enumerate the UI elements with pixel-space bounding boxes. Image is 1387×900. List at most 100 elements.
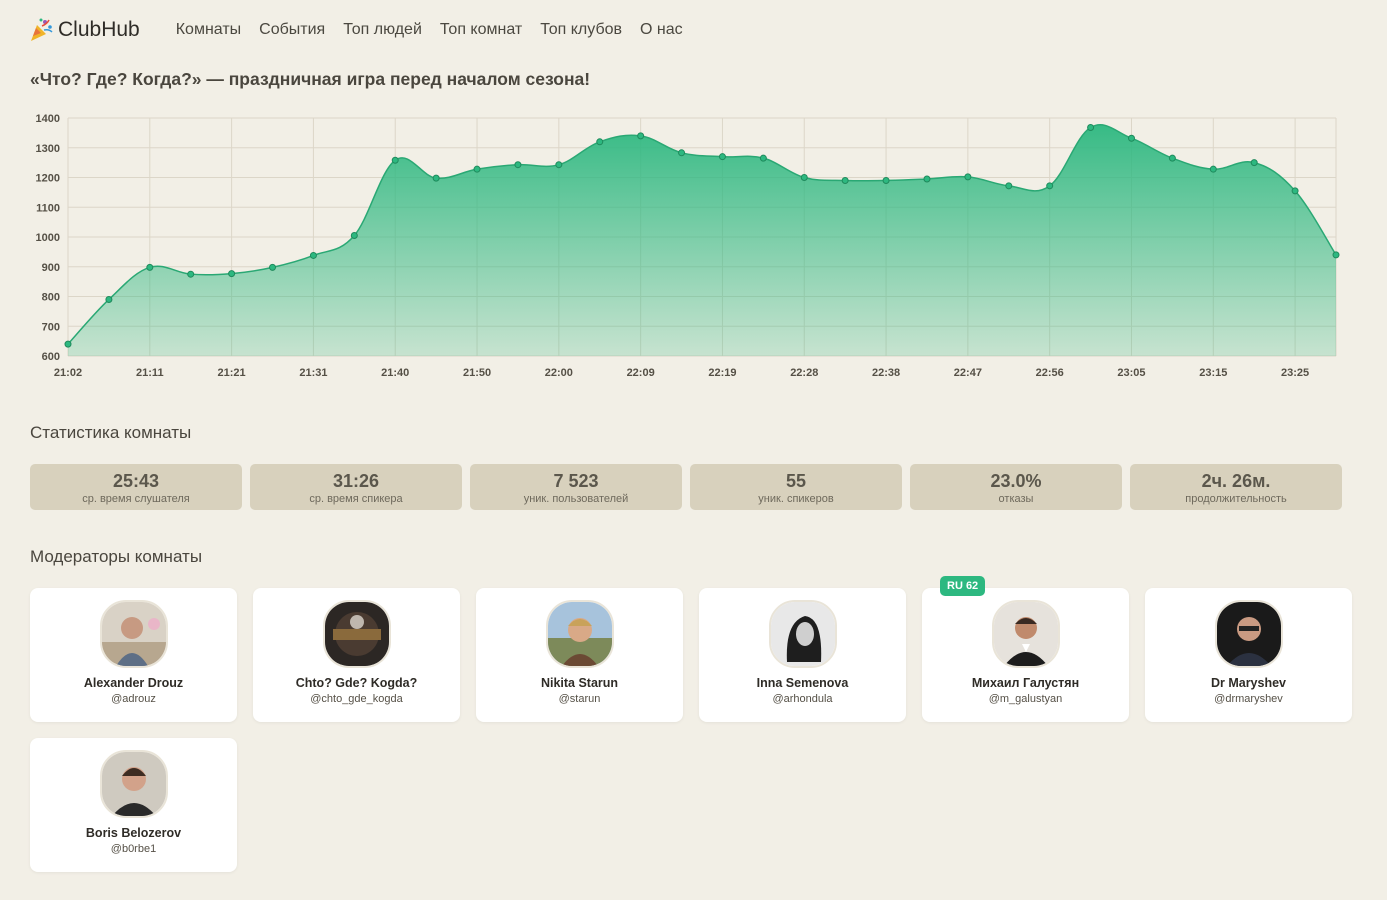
moderator-card[interactable]: RU 62 Михаил Галустян @m_galustyan bbox=[922, 576, 1129, 722]
page-title: «Что? Где? Когда?» — праздничная игра пе… bbox=[30, 69, 591, 89]
nav-link-events[interactable]: События bbox=[259, 21, 325, 39]
moderator-card[interactable]: Alexander Drouz @adrouz bbox=[30, 588, 237, 722]
x-tick-label: 23:25 bbox=[1281, 367, 1309, 379]
data-point[interactable] bbox=[596, 138, 604, 146]
data-point[interactable] bbox=[228, 270, 236, 278]
data-point[interactable] bbox=[1291, 187, 1299, 195]
data-point[interactable] bbox=[514, 161, 522, 169]
data-point[interactable] bbox=[882, 176, 890, 184]
app-name: ClubHub bbox=[58, 18, 140, 41]
y-tick-label: 800 bbox=[42, 292, 60, 304]
avatar bbox=[99, 600, 168, 668]
moderator-card[interactable]: Chto? Gde? Kogda? @chto_gde_kogda bbox=[253, 588, 460, 722]
avatar bbox=[991, 600, 1060, 668]
data-point[interactable] bbox=[1168, 154, 1176, 162]
stat-value: 2ч. 26м. bbox=[1201, 470, 1271, 491]
stat-card-unique-speakers: 55 уник. спикеров bbox=[690, 464, 902, 510]
y-tick-label: 600 bbox=[42, 351, 60, 363]
data-point[interactable] bbox=[841, 176, 849, 184]
listeners-chart: 600 700 800 900 1000 1100 1200 1300 1400 21:02 21:… bbox=[36, 113, 1340, 379]
moderators-section-title: Модераторы комнаты bbox=[30, 547, 203, 566]
x-tick-label: 22:47 bbox=[954, 367, 982, 379]
moderator-name: Dr Maryshev bbox=[1210, 676, 1287, 690]
region-badge: RU 62 bbox=[940, 576, 986, 596]
avatar bbox=[768, 600, 837, 668]
data-point[interactable] bbox=[678, 149, 686, 157]
x-tick-label: 21:50 bbox=[463, 367, 491, 379]
series-area bbox=[68, 124, 1336, 356]
data-point[interactable] bbox=[269, 263, 277, 271]
data-point[interactable] bbox=[1127, 134, 1135, 142]
data-point[interactable] bbox=[1332, 251, 1340, 259]
data-point[interactable] bbox=[759, 154, 767, 162]
data-point[interactable] bbox=[800, 174, 808, 181]
x-tick-label: 21:21 bbox=[218, 367, 246, 379]
stat-value: 55 bbox=[785, 470, 807, 491]
y-tick-label: 1200 bbox=[36, 173, 60, 185]
data-point[interactable] bbox=[391, 156, 399, 164]
stat-value: 7 523 bbox=[553, 470, 599, 491]
stat-card-avg-speaker-time: 31:26 ср. время спикера bbox=[250, 464, 462, 510]
data-point[interactable] bbox=[105, 295, 113, 303]
data-point[interactable] bbox=[923, 175, 931, 183]
data-point[interactable] bbox=[1250, 159, 1258, 167]
y-tick-label: 1100 bbox=[36, 202, 60, 214]
stat-card-unique-users: 7 523 уник. пользователей bbox=[470, 464, 682, 510]
avatar bbox=[322, 600, 391, 668]
stat-label: продолжительность bbox=[1185, 492, 1287, 505]
data-point[interactable] bbox=[637, 132, 645, 140]
data-point[interactable] bbox=[1005, 182, 1013, 190]
x-tick-label: 22:28 bbox=[790, 367, 818, 379]
x-tick-label: 22:00 bbox=[545, 367, 573, 379]
avatar bbox=[1214, 600, 1283, 668]
moderator-name: Михаил Галустян bbox=[971, 676, 1080, 690]
nav-link-about[interactable]: О нас bbox=[640, 21, 683, 39]
data-point[interactable] bbox=[473, 165, 481, 173]
moderator-card[interactable]: Dr Maryshev @drmaryshev bbox=[1145, 588, 1352, 722]
data-point[interactable] bbox=[187, 270, 195, 278]
moderator-handle: @m_galustyan bbox=[988, 693, 1063, 705]
data-point[interactable] bbox=[555, 161, 563, 169]
data-point[interactable] bbox=[1087, 124, 1095, 132]
data-point[interactable] bbox=[964, 173, 972, 181]
data-point[interactable] bbox=[309, 251, 317, 259]
moderator-name: Chto? Gde? Kogda? bbox=[295, 676, 418, 690]
moderator-handle: @arhondula bbox=[772, 693, 833, 705]
data-point[interactable] bbox=[64, 340, 72, 348]
data-point[interactable] bbox=[718, 153, 726, 161]
nav-link-top-rooms[interactable]: Топ комнат bbox=[440, 21, 522, 39]
stat-value: 31:26 bbox=[332, 470, 380, 491]
y-tick-label: 700 bbox=[42, 321, 60, 333]
stat-label: ср. время спикера bbox=[309, 492, 403, 505]
avatar bbox=[99, 750, 168, 818]
data-point[interactable] bbox=[146, 263, 154, 271]
stat-card-bounce-rate: 23.0% отказы bbox=[910, 464, 1122, 510]
moderator-handle: @b0rbe1 bbox=[110, 843, 157, 855]
moderator-card[interactable]: Nikita Starun @starun bbox=[476, 588, 683, 722]
stats-section-title: Статистика комнаты bbox=[30, 423, 192, 442]
nav-link-top-clubs[interactable]: Топ клубов bbox=[540, 21, 622, 39]
data-point[interactable] bbox=[432, 174, 440, 182]
moderator-card[interactable]: Boris Belozerov @b0rbe1 bbox=[30, 738, 237, 872]
y-tick-label: 900 bbox=[42, 262, 60, 274]
nav-link-top-people[interactable]: Топ людей bbox=[343, 21, 422, 39]
y-tick-label: 1400 bbox=[36, 113, 60, 125]
x-tick-label: 22:09 bbox=[627, 367, 655, 379]
avatar bbox=[545, 600, 614, 668]
moderator-card[interactable]: Inna Semenova @arhondula bbox=[699, 588, 906, 722]
data-point[interactable] bbox=[1046, 182, 1054, 190]
moderator-name: Nikita Starun bbox=[540, 676, 619, 690]
top-nav: ClubHub Комнаты События Топ людей Топ ко… bbox=[28, 14, 701, 46]
party-popper-icon bbox=[28, 17, 54, 43]
moderator-name: Inna Semenova bbox=[756, 676, 849, 690]
data-point[interactable] bbox=[350, 232, 358, 240]
y-tick-label: 1000 bbox=[36, 232, 60, 244]
stats-row: 25:43 ср. время слушателя 31:26 ср. врем… bbox=[30, 464, 1342, 510]
logo[interactable]: ClubHub bbox=[28, 17, 140, 43]
moderator-handle: @starun bbox=[558, 693, 601, 705]
x-tick-label: 22:56 bbox=[1036, 367, 1064, 379]
stat-label: ср. время слушателя bbox=[82, 492, 190, 505]
x-tick-label: 22:38 bbox=[872, 367, 900, 379]
data-point[interactable] bbox=[1209, 165, 1217, 173]
nav-link-rooms[interactable]: Комнаты bbox=[176, 21, 241, 39]
